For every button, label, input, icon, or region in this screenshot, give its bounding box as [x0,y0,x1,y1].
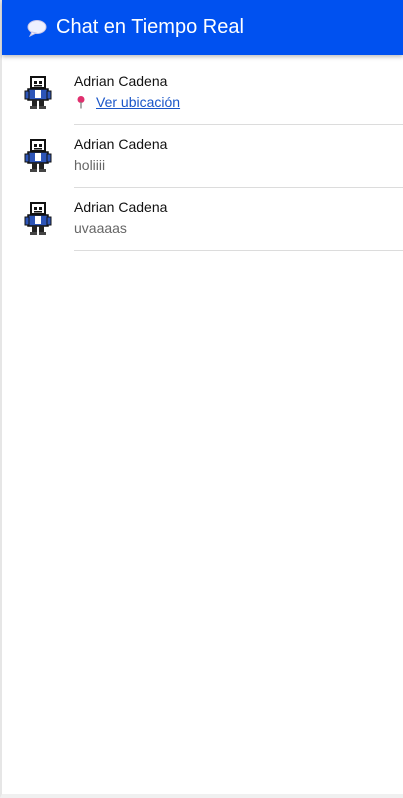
page-title: Chat en Tiempo Real [56,16,244,38]
message-item: Adrian Cadena Ver ubicación [2,62,403,125]
message-item: Adrian Cadena uvaaaas [2,188,403,251]
message-content: Adrian Cadena uvaaaas [74,188,403,251]
message-item: Adrian Cadena holiiii [2,125,403,188]
chat-app: Chat en Tiempo Real Adrian Cadena Ver ub… [0,0,403,798]
message-author: Adrian Cadena [74,199,168,215]
avatar-icon [24,202,52,236]
pin-icon [74,95,88,109]
view-location-label: Ver ubicación [96,94,181,110]
avatar-icon [24,76,52,110]
message-text: holiiii [74,157,106,173]
view-location-link[interactable]: Ver ubicación [74,94,180,110]
app-header: Chat en Tiempo Real [2,0,403,55]
message-author: Adrian Cadena [74,73,168,89]
avatar-icon [24,139,52,173]
message-list: Adrian Cadena Ver ubicación Adrian Caden… [2,62,403,251]
message-content: Adrian Cadena Ver ubicación [74,62,403,125]
message-content: Adrian Cadena holiiii [74,125,403,188]
message-text: uvaaaas [74,220,127,236]
speech-bubble-icon [26,19,48,37]
message-author: Adrian Cadena [74,136,168,152]
